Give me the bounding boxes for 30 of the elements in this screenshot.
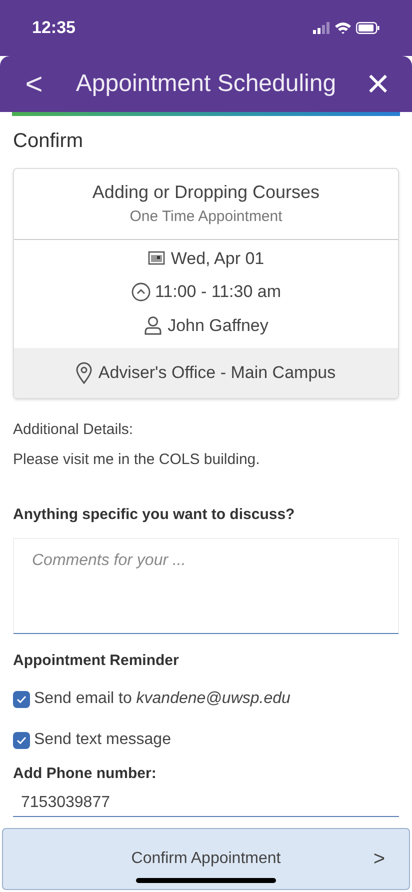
calendar-icon (148, 251, 165, 266)
back-button[interactable]: < (20, 62, 48, 106)
details-text: Please visit me in the COLS building. (13, 450, 260, 470)
signal-icon (313, 22, 330, 34)
person-icon (144, 316, 162, 335)
section-title: Confirm (13, 129, 84, 154)
adviser-name: John Gaffney (168, 314, 268, 336)
phone-label: Add Phone number: (13, 764, 156, 784)
comments-field[interactable]: Comments for your ... (13, 538, 399, 634)
phone-field[interactable]: 7153039877 (13, 789, 399, 817)
appointment-time: 11:00 - 11:30 am (154, 281, 281, 303)
location-text: Adviser's Office - Main Campus (98, 362, 336, 384)
checkbox-label: Send email to kvandene@uwsp.edu (34, 689, 290, 709)
checkbox[interactable] (13, 732, 30, 748)
header-title: Appointment Scheduling (76, 69, 336, 99)
confirm-button[interactable]: Confirm Appointment > (2, 828, 410, 890)
wifi-icon (335, 22, 351, 34)
appointment-title: Adding or Dropping Courses (92, 181, 320, 204)
checkbox-label: Send text message (34, 730, 171, 750)
appointment-date: Wed, Apr 01 (170, 248, 264, 270)
reminder-title: Appointment Reminder (13, 651, 179, 671)
appointment-type: One Time Appointment (130, 207, 282, 227)
details-label: Additional Details: (13, 420, 134, 440)
location-pin-icon (76, 362, 92, 384)
close-button[interactable]: × (364, 64, 392, 104)
clock-icon (130, 282, 151, 302)
discuss-label: Anything specific you want to discuss? (13, 504, 295, 524)
status-time: 12:35 (32, 17, 76, 40)
checkbox[interactable] (13, 690, 30, 708)
battery-icon (356, 22, 380, 34)
